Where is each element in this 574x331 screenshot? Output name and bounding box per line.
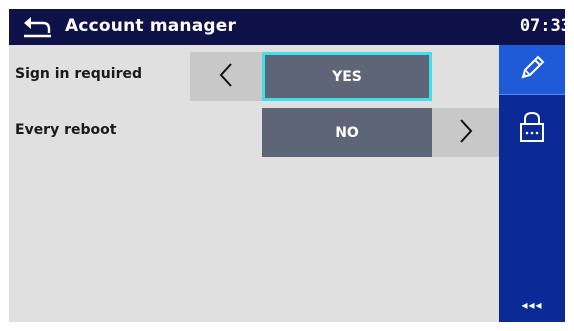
screen: Account manager 07:33 Sign in required Y… [9,9,565,322]
edit-button[interactable] [499,45,565,94]
next-value-button[interactable] [432,108,499,157]
setting-label-every-reboot: Every reboot [15,122,117,138]
back-icon[interactable] [21,14,55,40]
sidebar-divider [499,94,565,95]
more-options-button[interactable]: ◂◂◂ [499,288,565,322]
password-button[interactable] [499,101,565,157]
sign-in-required-value[interactable]: YES [262,52,432,101]
previous-value-button[interactable] [190,52,262,101]
every-reboot-value[interactable]: NO [262,108,432,157]
setting-label-sign-in-required: Sign in required [15,66,142,82]
chevron-right-icon [457,118,475,148]
pencil-icon [517,53,547,87]
header-bar: Account manager 07:33 [9,9,565,45]
lock-password-icon [516,109,548,149]
page-title: Account manager [65,16,237,36]
chevron-left-icon [217,62,235,92]
sidebar: ◂◂◂ [499,45,565,322]
clock: 07:33 [519,16,565,36]
